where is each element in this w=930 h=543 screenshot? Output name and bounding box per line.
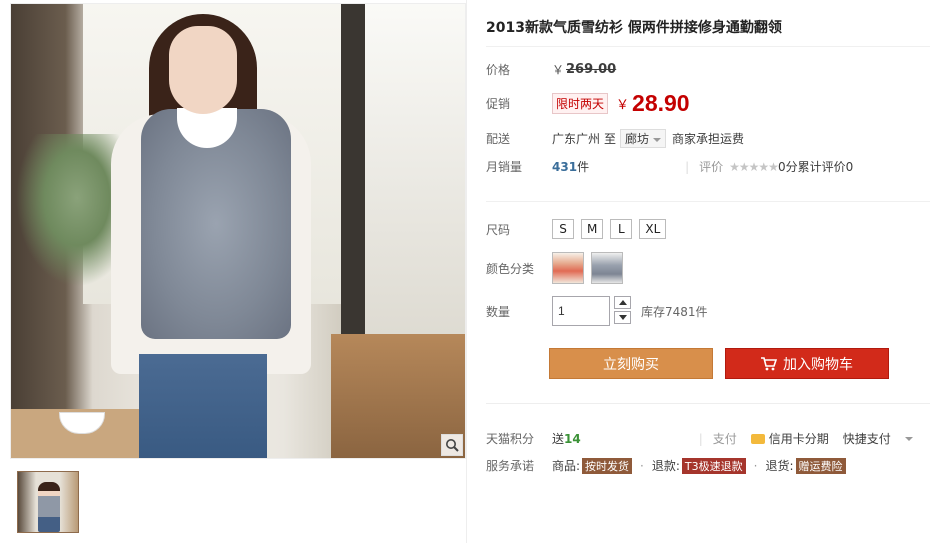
photo-bg-window-right: [365, 4, 465, 334]
zoom-icon[interactable]: [441, 434, 463, 456]
separator-dot: ·: [753, 458, 758, 473]
size-option-m[interactable]: M: [581, 219, 604, 239]
points-prefix: 送: [552, 432, 565, 446]
color-option-orange[interactable]: [552, 252, 584, 284]
return-tag[interactable]: 赠运费险: [795, 457, 846, 474]
quick-pay[interactable]: 快捷支付: [843, 430, 891, 447]
chevron-up-icon: [618, 300, 627, 305]
chevron-down-icon: [618, 315, 627, 320]
size-option-xl[interactable]: XL: [639, 219, 667, 239]
separator: |: [685, 159, 690, 174]
original-price: 269.00: [566, 62, 617, 77]
credit-card-icon: [750, 433, 765, 444]
color-label: 颜色分类: [486, 261, 535, 276]
thumbnail-1[interactable]: [17, 471, 79, 533]
rating-text[interactable]: 0分累计评价0: [778, 158, 853, 175]
points-payment-row: 天猫积分 送 14 | 支付 信用卡分期 快捷支付: [486, 430, 913, 447]
color-row: 颜色分类: [486, 252, 630, 284]
color-option-gray[interactable]: [591, 252, 623, 284]
product-info: 2013新款气质雪纺衫 假两件拼接修身通勤翻领 价格 ￥ 269.00 促销 限…: [486, 0, 930, 543]
model-jeans: [139, 354, 267, 458]
chevron-down-icon[interactable]: [904, 436, 913, 441]
sales-label: 月销量: [486, 160, 523, 174]
destination-select[interactable]: 廊坊: [620, 129, 667, 148]
divider: [466, 0, 467, 543]
service-label: 服务承诺: [486, 459, 535, 473]
refund-tag[interactable]: T3极速退款: [681, 457, 746, 474]
quantity-input[interactable]: 1: [552, 296, 610, 326]
shipping-label: 配送: [486, 132, 511, 146]
increase-button[interactable]: [614, 296, 631, 309]
refund-label: 退款:: [651, 459, 680, 473]
quantity-stepper: [614, 296, 631, 326]
shipping-to-word: 至: [604, 132, 617, 146]
stock-text: 库存7481件: [641, 304, 708, 319]
model-face: [169, 26, 237, 114]
promo-row: 促销 限时两天 ￥ 28.90: [486, 90, 690, 117]
promo-tag: 限时两天: [552, 93, 609, 114]
rating-label: 评价: [699, 160, 724, 174]
divider: [486, 201, 930, 202]
service-row: 服务承诺 商品: 按时发货 · 退款: T3极速退款 · 退货: 赠运费险: [486, 457, 854, 474]
product-title: 2013新款气质雪纺衫 假两件拼接修身通勤翻领: [486, 20, 782, 36]
thumbnail-figure: [38, 482, 60, 532]
chevron-down-icon: [653, 137, 662, 142]
currency-symbol: ￥: [552, 63, 565, 77]
shipping-from: 广东广州: [552, 132, 601, 146]
product-gallery: [10, 3, 466, 539]
credit-installment[interactable]: 信用卡分期: [769, 430, 829, 447]
photo-bg-plant: [11, 134, 121, 294]
quantity-label: 数量: [486, 304, 511, 319]
price-row: 价格 ￥ 269.00: [486, 61, 616, 78]
add-to-cart-label: 加入购物车: [783, 356, 853, 373]
divider: [486, 46, 930, 47]
promo-price: 28.90: [632, 90, 690, 116]
separator: |: [698, 431, 703, 446]
points-value: 14: [564, 431, 581, 446]
size-label: 尺码: [486, 222, 511, 237]
buy-now-label: 立刻购买: [603, 356, 659, 373]
separator-dot: ·: [640, 458, 644, 473]
sales-row: 月销量 431 件 | 评价 ★★★★★ 0分累计评价0: [486, 158, 853, 175]
shipping-row: 配送 广东广州 至 廊坊 商家承担运费: [486, 129, 744, 148]
rating-stars: ★★★★★: [729, 159, 779, 174]
main-product-image[interactable]: [10, 3, 466, 459]
quantity-row: 数量 1 库存7481件: [486, 296, 708, 326]
cart-icon: [761, 356, 777, 370]
divider: [486, 403, 930, 404]
promo-label: 促销: [486, 97, 511, 111]
quantity-value: 1: [558, 304, 565, 318]
payment-label: 支付: [712, 432, 737, 446]
price-label: 价格: [486, 63, 511, 77]
return-label: 退货:: [765, 459, 794, 473]
shipping-note: 商家承担运费: [672, 132, 745, 146]
sales-count: 431: [552, 159, 578, 174]
destination-value: 廊坊: [625, 132, 650, 146]
buy-now-button[interactable]: 立刻购买: [549, 348, 713, 379]
goods-label: 商品:: [552, 459, 581, 473]
promo-currency-symbol: ￥: [616, 98, 630, 113]
photo-bg-frame: [341, 4, 365, 334]
decrease-button[interactable]: [614, 311, 631, 324]
sales-unit: 件: [577, 160, 590, 174]
size-option-s[interactable]: S: [552, 219, 574, 239]
points-label: 天猫积分: [486, 432, 535, 446]
add-to-cart-button[interactable]: 加入购物车: [725, 348, 889, 379]
goods-tag[interactable]: 按时发货: [582, 457, 633, 474]
size-row: 尺码 S M L XL: [486, 219, 673, 239]
size-option-l[interactable]: L: [610, 219, 633, 239]
